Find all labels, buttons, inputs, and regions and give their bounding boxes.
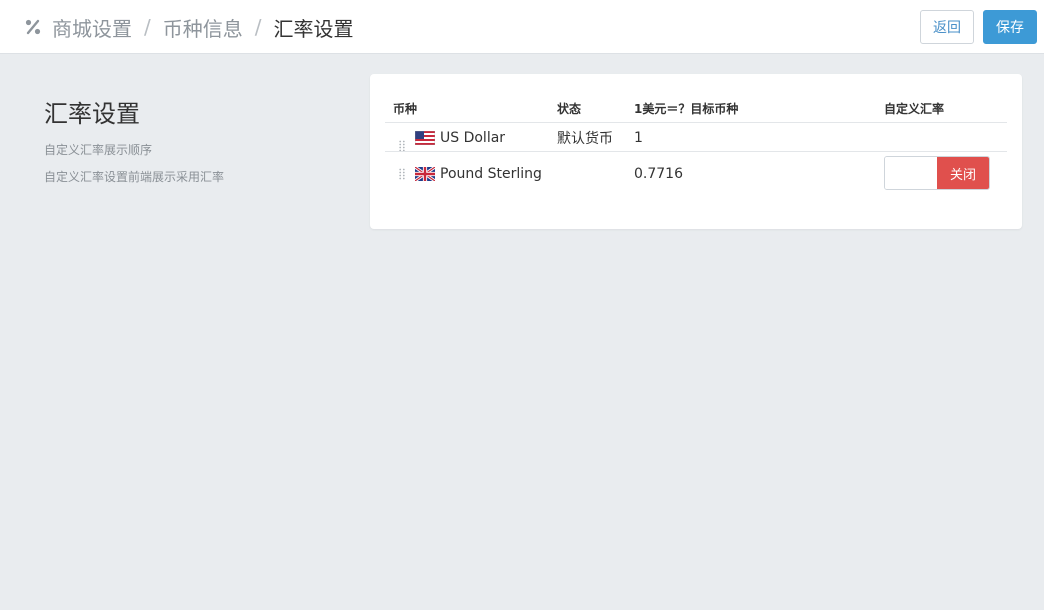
breadcrumb: 商城设置 / 币种信息 / 汇率设置 [24,0,354,54]
breadcrumb-separator: / [254,15,262,39]
currency-name: Pound Sterling [440,166,542,182]
currency-cell: Pound Sterling [415,164,542,184]
breadcrumb-separator: / [144,15,151,39]
header-rate: 1美元＝？目标币种 [634,102,739,116]
breadcrumb-item-mall-settings[interactable]: 商城设置 [52,13,132,42]
uk-flag-icon [415,167,435,181]
header-currency: 币种 [393,102,418,116]
percent-icon [24,18,42,36]
us-flag-icon [415,131,435,145]
section-title: 汇率设置 [44,100,140,128]
rate-cell: 1 [634,130,643,146]
header-divider [385,122,1007,123]
custom-rate-control: 关闭 [884,156,990,190]
rate-cell: 0.7716 [634,166,683,182]
side-info: 汇率设置 自定义汇率展示顺序 自定义汇率设置前端展示采用汇率 [44,94,344,184]
drag-handle-icon[interactable] [399,168,405,180]
section-description: 自定义汇率展示顺序 [44,143,153,157]
back-button[interactable]: 返回 [920,10,974,44]
status-cell: 默认货币 [557,131,613,147]
custom-rate-input[interactable] [885,157,937,189]
breadcrumb-item-currency-info[interactable]: 币种信息 [163,13,243,42]
header-custom-rate: 自定义汇率 [884,102,945,116]
breadcrumb-item-exchange-rate: 汇率设置 [273,16,354,41]
header-status: 状态 [557,102,582,116]
top-bar: 商城设置 / 币种信息 / 汇率设置 返回 保存 [0,0,1044,54]
currency-name: US Dollar [440,130,506,146]
exchange-rate-table-card: 币种 状态 1美元＝？目标币种 自定义汇率 US Dollar 默认货币 1 P… [370,74,1022,229]
row-divider [385,151,1007,152]
section-description: 自定义汇率设置前端展示采用汇率 [44,170,225,184]
custom-rate-toggle-off-button[interactable]: 关闭 [937,157,989,189]
currency-cell: US Dollar [415,128,505,148]
save-button[interactable]: 保存 [983,10,1037,44]
